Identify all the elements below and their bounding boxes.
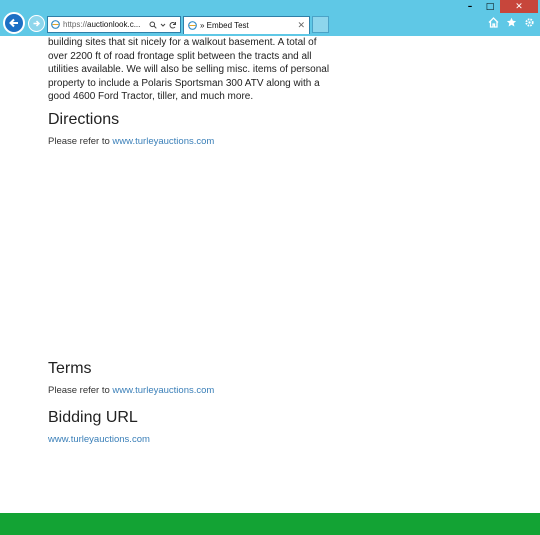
- forward-arrow-icon: [33, 20, 41, 27]
- page-icon: [51, 20, 60, 29]
- browser-chrome: – □ ✕ https:// auctionlook.c... » Embed …: [0, 0, 540, 36]
- terms-paragraph: Please refer to www.turleyauctions.com: [48, 385, 214, 396]
- refresh-icon[interactable]: [169, 21, 177, 29]
- directions-link[interactable]: www.turleyauctions.com: [112, 136, 214, 147]
- settings-gear-icon[interactable]: [524, 17, 535, 28]
- search-icon[interactable]: [149, 21, 157, 29]
- bidding-url-paragraph: www.turleyauctions.com: [48, 434, 150, 445]
- home-icon[interactable]: [488, 17, 499, 28]
- bidding-url-link[interactable]: www.turleyauctions.com: [48, 434, 150, 445]
- directions-heading: Directions: [48, 111, 120, 128]
- tab-title: » Embed Test: [200, 21, 249, 30]
- close-button[interactable]: ✕: [500, 0, 538, 13]
- favorites-star-icon[interactable]: [506, 17, 517, 28]
- minimize-button[interactable]: –: [460, 0, 480, 13]
- back-button[interactable]: [3, 12, 25, 34]
- terms-link[interactable]: www.turleyauctions.com: [112, 385, 214, 396]
- tab-close-icon[interactable]: ✕: [297, 20, 305, 31]
- tab-embed-test[interactable]: » Embed Test ✕: [183, 16, 310, 34]
- address-tools: [149, 21, 177, 29]
- page-footer: [0, 513, 540, 535]
- address-bar[interactable]: https:// auctionlook.c...: [47, 16, 181, 33]
- terms-prefix: Please refer to: [48, 385, 113, 396]
- intro-paragraph: building sites that sit nicely for a wal…: [48, 37, 330, 102]
- bidding-url-heading: Bidding URL: [48, 409, 138, 426]
- forward-button[interactable]: [28, 15, 45, 32]
- back-arrow-icon: [9, 18, 18, 28]
- new-tab-button[interactable]: [312, 16, 329, 33]
- terms-heading: Terms: [48, 360, 92, 377]
- window-controls: – □ ✕: [460, 0, 538, 14]
- browser-toolbar-icons: [488, 17, 535, 28]
- tab-page-icon: [188, 21, 197, 30]
- chevron-down-icon[interactable]: [160, 22, 166, 28]
- url-host: auctionlook.c...: [87, 20, 141, 29]
- url-scheme: https://: [63, 20, 88, 29]
- directions-paragraph: Please refer to www.turleyauctions.com: [48, 136, 214, 147]
- directions-prefix: Please refer to: [48, 136, 113, 147]
- maximize-button[interactable]: □: [480, 0, 500, 13]
